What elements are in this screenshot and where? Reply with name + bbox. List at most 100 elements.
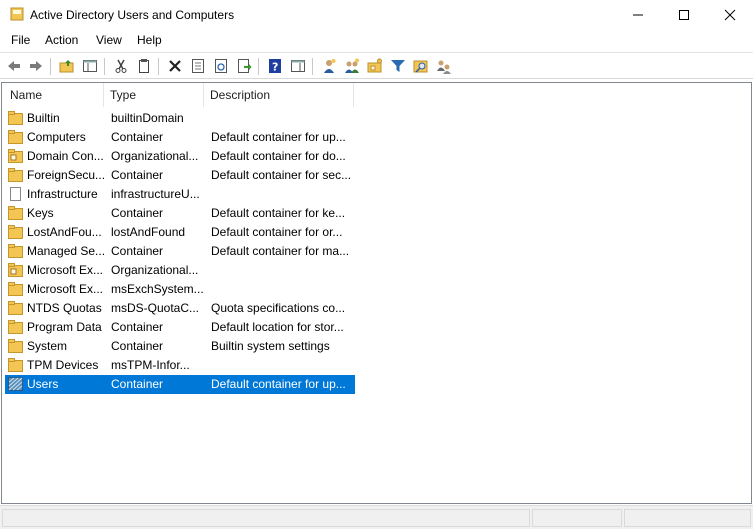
cell-name: Domain Con... (27, 149, 104, 163)
toolbar-separator (158, 58, 159, 75)
cell-description: Default container for do... (211, 149, 346, 163)
list-item[interactable]: Infrastructure infrastructureU... (5, 185, 355, 204)
folder-app-icon (10, 7, 24, 21)
cell-type: msDS-QuotaC... (111, 301, 200, 315)
close-button[interactable] (707, 0, 753, 30)
cell-type: builtinDomain (111, 111, 184, 125)
title-bar: Active Directory Users and Computers (0, 0, 753, 30)
cell-type: Organizational... (111, 263, 199, 277)
help-icon: ? (269, 59, 281, 74)
export-list-icon (238, 59, 252, 73)
cell-type: Container (111, 320, 164, 334)
cell-name: Computers (27, 130, 86, 144)
list-item[interactable]: NTDS Quotas msDS-QuotaC... Quota specifica… (5, 299, 355, 318)
add-to-group-icon (437, 60, 451, 74)
find-button[interactable] (411, 56, 431, 76)
cell-description: Default container for up... (211, 377, 346, 391)
list-item[interactable]: Domain Con... Organizational... Default co… (5, 147, 355, 166)
copy-button[interactable] (134, 56, 154, 76)
cell-description: Default container for or... (211, 225, 343, 239)
find-icon (413, 60, 428, 73)
new-group-button[interactable] (342, 56, 362, 76)
list-item[interactable]: Keys Container Default container for ke... (5, 204, 355, 223)
list-item[interactable]: Users Container Default container for up..… (5, 375, 355, 394)
cut-button[interactable] (111, 56, 131, 76)
menu-file[interactable]: File (9, 33, 32, 47)
column-header-name[interactable]: Name (4, 83, 104, 107)
up-folder-button[interactable] (57, 56, 77, 76)
new-user-icon (324, 59, 336, 73)
status-bar (0, 505, 753, 529)
new-user-button[interactable] (319, 56, 339, 76)
filter-button[interactable] (388, 56, 408, 76)
list-item[interactable]: Managed Se... Container Default container … (5, 242, 355, 261)
folder-icon (8, 168, 23, 182)
cell-description: Default container for ma... (211, 244, 350, 258)
list-item[interactable]: TPM Devices msTPM-Infor... (5, 356, 355, 375)
properties-button[interactable] (188, 56, 208, 76)
svg-text:?: ? (272, 61, 278, 74)
properties-icon (192, 59, 204, 73)
list-item[interactable]: LostAndFou... lostAndFound Default contain… (5, 223, 355, 242)
cell-name: Managed Se... (27, 244, 105, 258)
refresh-button[interactable] (211, 56, 231, 76)
cell-description (211, 185, 355, 204)
folder-icon (8, 111, 23, 125)
document-icon (10, 187, 21, 201)
delete-button[interactable] (165, 56, 185, 76)
maximize-icon (679, 10, 689, 20)
cell-type: Container (111, 206, 164, 220)
delete-icon (169, 60, 181, 72)
show-console-tree-button[interactable] (80, 56, 100, 76)
folder-icon (8, 282, 23, 296)
maximize-button[interactable] (661, 0, 707, 30)
cell-name: Builtin (27, 111, 60, 125)
menu-view[interactable]: View (94, 33, 124, 47)
cell-description: Quota specifications co... (211, 301, 346, 315)
list-item[interactable]: Microsoft Ex... msExchSystem... (5, 280, 355, 299)
cell-type: lostAndFound (111, 225, 186, 239)
ou-icon (8, 149, 23, 163)
toolbar: ? (0, 52, 753, 79)
toolbar-separator (50, 58, 51, 75)
cell-description: Default location for stor... (211, 320, 344, 334)
help-button[interactable]: ? (265, 56, 285, 76)
list-item[interactable]: Microsoft Ex... Organizational... (5, 261, 355, 280)
forward-icon (30, 61, 42, 71)
cell-description: Builtin system settings (211, 339, 330, 353)
list-item[interactable]: Program Data Container Default location fo… (5, 318, 355, 337)
export-list-button[interactable] (234, 56, 254, 76)
minimize-icon (633, 14, 643, 16)
column-header-type[interactable]: Type (104, 83, 204, 107)
menu-action[interactable]: Action (43, 33, 80, 47)
new-ou-button[interactable] (365, 56, 385, 76)
column-header: Name Type Description (2, 83, 751, 107)
column-header-description[interactable]: Description (204, 83, 354, 107)
list-item[interactable]: Builtin builtinDomain (5, 109, 355, 128)
forward-button[interactable] (26, 56, 46, 76)
folder-icon (8, 320, 23, 334)
cell-name: System (27, 339, 68, 353)
up-folder-icon (59, 60, 74, 73)
cell-type: msExchSystem... (111, 282, 203, 296)
add-to-group-button[interactable] (434, 56, 454, 76)
folder-icon (8, 358, 23, 372)
list-item[interactable]: System Container Builtin system settings (5, 337, 355, 356)
toolbar-separator (258, 58, 259, 75)
details-list-view[interactable]: Name Type Description Builtin builtinDoma… (1, 82, 752, 504)
close-icon (724, 9, 736, 21)
ou-icon (8, 263, 23, 277)
list-item[interactable]: Computers Container Default container for … (5, 128, 355, 147)
menu-help[interactable]: Help (135, 33, 164, 47)
cell-name: Keys (27, 206, 54, 220)
show-action-pane-button[interactable] (288, 56, 308, 76)
toolbar-separator (104, 58, 105, 75)
cell-type: Container (111, 168, 164, 182)
show-action-pane-icon (291, 60, 305, 72)
list-item[interactable]: ForeignSecu... Container Default container… (5, 166, 355, 185)
folder-icon (8, 225, 23, 239)
back-button[interactable] (4, 56, 24, 76)
minimize-button[interactable] (615, 0, 661, 30)
cell-type: Container (111, 244, 164, 258)
toolbar-separator (312, 58, 313, 75)
